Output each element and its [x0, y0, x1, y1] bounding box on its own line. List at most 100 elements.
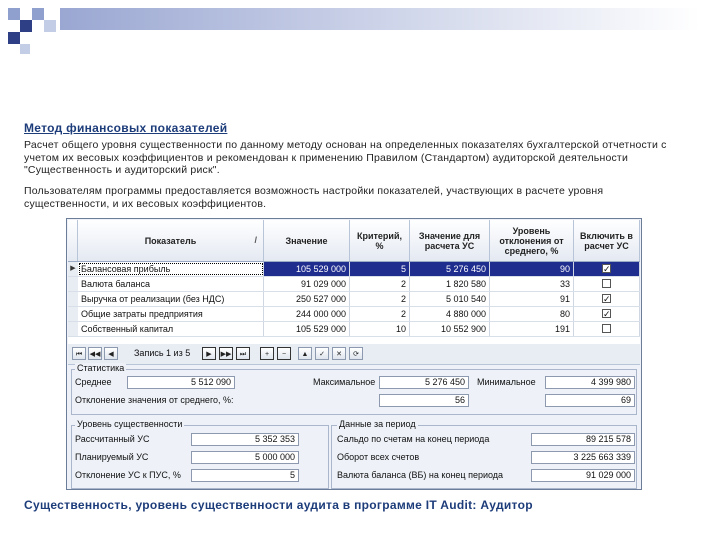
prev-record-button[interactable]: ◀: [104, 347, 118, 360]
materiality-calculator-window: Показатель / Значение Критерий, % Значен…: [66, 218, 642, 490]
first-record-button[interactable]: ⏮: [72, 347, 86, 360]
calc-label: Рассчитанный УС: [75, 434, 150, 444]
record-counter: Запись 1 из 5: [134, 348, 191, 358]
cell-deviation[interactable]: 191: [490, 322, 574, 336]
deviation-min-field[interactable]: 69: [545, 394, 635, 407]
max-field[interactable]: 5 276 450: [379, 376, 469, 389]
section-heading: Метод финансовых показателей: [24, 121, 228, 135]
balance-label: Сальдо по счетам на конец периода: [337, 434, 490, 444]
cell-value[interactable]: 105 529 000: [264, 262, 350, 276]
refresh-button[interactable]: ⟳: [349, 347, 363, 360]
turnover-label: Оборот всех счетов: [337, 452, 420, 462]
currency-field[interactable]: 91 029 000: [531, 469, 635, 482]
cell-value[interactable]: 250 527 000: [264, 292, 350, 306]
statistics-title: Статистика: [75, 363, 127, 373]
planned-label: Планируемый УС: [75, 452, 149, 462]
table-row[interactable]: ▶ Балансовая прибыль 105 529 000 5 5 276 450…: [68, 262, 640, 277]
period-title: Данные за период: [337, 419, 418, 429]
materiality-deviation-label: Отклонение УС к ПУС, %: [75, 470, 181, 480]
cell-include: [574, 277, 640, 291]
cell-include: [574, 322, 640, 336]
include-checkbox[interactable]: [602, 292, 611, 306]
cell-deviation[interactable]: 80: [490, 307, 574, 321]
materiality-title: Уровень существенности: [75, 419, 185, 429]
cell-calc-value[interactable]: 5 010 540: [410, 292, 490, 306]
cell-value[interactable]: 105 529 000: [264, 322, 350, 336]
description-paragraph: Расчет общего уровня существенности по д…: [24, 139, 667, 176]
include-checkbox[interactable]: [602, 324, 611, 333]
row-indicator-icon: ▶: [68, 262, 78, 276]
cell-deviation[interactable]: 33: [490, 277, 574, 291]
cell-calc-value[interactable]: 4 880 000: [410, 307, 490, 321]
cell-calc-value[interactable]: 5 276 450: [410, 262, 490, 276]
cell-deviation[interactable]: 90: [490, 262, 574, 276]
post-record-button[interactable]: ✓: [315, 347, 329, 360]
currency-label: Валюта баланса (ВБ) на конец периода: [337, 470, 504, 480]
edit-record-button[interactable]: ▲: [298, 347, 312, 360]
column-header-include[interactable]: Включить в расчет УС: [574, 220, 640, 261]
turnover-field[interactable]: 3 225 663 339: [531, 451, 635, 464]
mean-field[interactable]: 5 512 090: [127, 376, 235, 389]
record-navigator: ⏮ ◀◀ ◀ Запись 1 из 5 ▶ ▶▶ ⏭ + − ▲ ✓ ✕ ⟳: [68, 344, 640, 365]
row-indicator-icon: [68, 322, 78, 336]
cell-value[interactable]: 91 029 000: [264, 277, 350, 291]
prev-page-button[interactable]: ◀◀: [88, 347, 102, 360]
cell-calc-value[interactable]: 1 820 580: [410, 277, 490, 291]
cell-criterion[interactable]: 2: [350, 292, 410, 306]
cell-indicator[interactable]: Балансовая прибыль: [78, 262, 264, 276]
min-label: Минимальное: [477, 377, 536, 387]
column-header-indicator-label: Показатель: [144, 235, 197, 246]
add-record-button[interactable]: +: [260, 347, 274, 360]
cell-criterion[interactable]: 10: [350, 322, 410, 336]
cell-criterion[interactable]: 5: [350, 262, 410, 276]
cell-criterion[interactable]: 2: [350, 307, 410, 321]
cell-indicator[interactable]: Выручка от реализации (без НДС): [78, 292, 264, 306]
last-record-button[interactable]: ⏭: [236, 347, 250, 360]
cell-indicator[interactable]: Валюта баланса: [78, 277, 264, 291]
slide-caption: Существенность, уровень существенности а…: [24, 498, 533, 512]
grid-header: Показатель / Значение Критерий, % Значен…: [68, 220, 640, 262]
settings-paragraph: Пользователям программы предоставляется …: [24, 185, 604, 210]
cell-calc-value[interactable]: 10 552 900: [410, 322, 490, 336]
decorative-corner-squares: [8, 8, 700, 54]
cell-include: [574, 307, 640, 321]
table-row[interactable]: Общие затраты предприятия 244 000 000 2 4 8…: [68, 307, 640, 322]
column-header-indicator[interactable]: Показатель /: [78, 220, 264, 261]
max-label: Максимальное: [313, 377, 376, 387]
column-header-deviation[interactable]: Уровень отклонения от среднего, %: [490, 220, 574, 261]
row-indicator-header: [68, 220, 78, 261]
column-header-calc-value[interactable]: Значение для расчета УС: [410, 220, 490, 261]
cell-include: [574, 262, 640, 276]
table-row[interactable]: Собственный капитал 105 529 000 10 10 552 9…: [68, 322, 640, 337]
cell-include: [574, 292, 640, 306]
cell-indicator[interactable]: Собственный капитал: [78, 322, 264, 336]
row-indicator-icon: [68, 307, 78, 321]
balance-field[interactable]: 89 215 578: [531, 433, 635, 446]
sort-mark-icon: /: [254, 235, 257, 245]
cell-indicator[interactable]: Общие затраты предприятия: [78, 307, 264, 321]
planned-materiality-field[interactable]: 5 000 000: [191, 451, 299, 464]
min-field[interactable]: 4 399 980: [545, 376, 635, 389]
include-checkbox[interactable]: [602, 307, 611, 321]
include-checkbox[interactable]: [602, 262, 611, 276]
next-page-button[interactable]: ▶▶: [219, 347, 233, 360]
cell-deviation[interactable]: 91: [490, 292, 574, 306]
cancel-record-button[interactable]: ✕: [332, 347, 346, 360]
column-header-value[interactable]: Значение: [264, 220, 350, 261]
next-record-button[interactable]: ▶: [202, 347, 216, 360]
table-row[interactable]: Валюта баланса 91 029 000 2 1 820 580 33: [68, 277, 640, 292]
row-indicator-icon: [68, 292, 78, 306]
include-checkbox[interactable]: [602, 279, 611, 288]
deviation-label: Отклонение значения от среднего, %:: [75, 395, 234, 405]
indicators-grid: Показатель / Значение Критерий, % Значен…: [68, 220, 640, 346]
cell-value[interactable]: 244 000 000: [264, 307, 350, 321]
calc-materiality-field[interactable]: 5 352 353: [191, 433, 299, 446]
deviation-max-field[interactable]: 56: [379, 394, 469, 407]
table-row[interactable]: Выручка от реализации (без НДС) 250 527 0…: [68, 292, 640, 307]
materiality-deviation-field[interactable]: 5: [191, 469, 299, 482]
column-header-criterion[interactable]: Критерий, %: [350, 220, 410, 261]
mean-label: Среднее: [75, 377, 112, 387]
cell-criterion[interactable]: 2: [350, 277, 410, 291]
delete-record-button[interactable]: −: [277, 347, 291, 360]
row-indicator-icon: [68, 277, 78, 291]
